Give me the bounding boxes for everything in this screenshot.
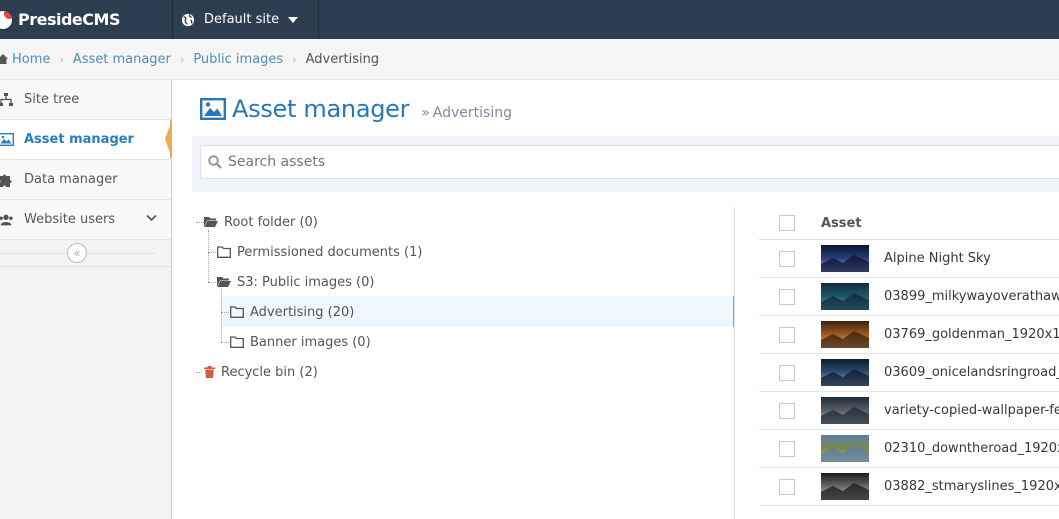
site-switcher[interactable]: Default site [172,0,319,39]
tree-node-s3-public-images[interactable]: S3: Public images (0) [217,267,374,297]
chevron-down-icon [146,214,157,222]
folder-icon [230,306,244,318]
site-switcher-label: Default site [204,12,280,27]
asset-name[interactable]: 03769_goldenman_1920x1080 [884,327,1059,342]
tree-node-permissioned-documents[interactable]: Permissioned documents (1) [217,237,422,267]
tree-node-label: S3: Public images (0) [237,274,375,290]
breadcrumb-home[interactable]: Home [12,52,50,67]
breadcrumb-asset-manager[interactable]: Asset manager [73,52,171,67]
row-checkbox[interactable] [779,402,795,419]
tree-node-label: Recycle bin (2) [221,364,318,380]
column-header-asset[interactable]: Asset [821,216,862,231]
page-header: Asset manager » Advertising [200,95,512,123]
asset-thumbnail[interactable] [821,245,869,272]
globe-icon [181,13,195,26]
table-row[interactable]: 03769_goldenman_1920x1080 [759,316,1059,354]
breadcrumb-public-images[interactable]: Public images [193,52,283,67]
puzzle-icon [0,172,14,188]
chevron-right-icon: › [59,52,64,66]
breadcrumb-current: Advertising [305,51,380,67]
table-row[interactable]: Alpine Night Sky [759,240,1059,278]
picture-icon [0,132,14,148]
tree-node-root-folder[interactable]: Root folder (0) [204,207,318,237]
tree-node-label: Permissioned documents (1) [237,244,423,260]
row-checkbox[interactable] [779,478,795,495]
asset-name[interactable]: 02310_downtheroad_1920x10 [884,441,1059,456]
search-icon [208,155,222,169]
table-row[interactable]: variety-copied-wallpaper-fe33 [759,392,1059,430]
sitemap-icon [0,92,14,108]
chevron-right-icon: › [179,52,185,66]
row-checkbox[interactable] [779,288,795,305]
brand[interactable]: PresideCMS [0,0,172,39]
asset-thumbnail[interactable] [821,435,869,462]
search-input[interactable] [228,154,928,170]
tree-node-banner-images[interactable]: Banner images (0) [230,327,371,357]
row-checkbox[interactable] [779,326,795,343]
tree-node-label: Banner images (0) [250,334,371,350]
sidebar-item-label: Data manager [24,172,118,187]
tree-node-recycle-bin[interactable]: Recycle bin (2) [204,357,318,387]
folder-icon [217,246,231,258]
sidebar: Site tree Asset manager Data manager Web… [0,80,172,519]
users-icon [0,212,14,228]
folder-open-icon [204,217,218,227]
preside-logo-icon [0,10,12,29]
sidebar-collapse-row: « [0,240,171,267]
picture-icon [200,98,226,120]
sidebar-item-data-manager[interactable]: Data manager [0,160,171,200]
row-checkbox[interactable] [779,440,795,457]
double-chevron-right-icon: » [421,105,430,121]
asset-thumbnail[interactable] [821,283,869,310]
sidebar-item-site-tree[interactable]: Site tree [0,80,171,120]
table-row[interactable]: 03882_stmaryslines_1920x108 [759,468,1059,506]
asset-name[interactable]: Alpine Night Sky [884,251,991,266]
sidebar-item-website-users[interactable]: Website users [0,200,171,240]
row-checkbox[interactable] [779,364,795,381]
asset-name[interactable]: 03609_onicelandsringroad_19 [884,365,1059,380]
asset-thumbnail[interactable] [821,473,869,500]
sidebar-item-label: Asset manager [24,132,134,147]
page-title: Asset manager [232,95,410,123]
page-subtitle-text: Advertising [432,105,512,121]
folder-open-icon [217,277,231,287]
table-row[interactable]: 03609_onicelandsringroad_19 [759,354,1059,392]
page-subtitle: » Advertising [421,105,512,121]
trash-icon [204,366,215,378]
top-navbar: PresideCMS Default site [0,0,1059,39]
tree-node-advertising[interactable]: Advertising (20) [230,297,354,327]
asset-thumbnail[interactable] [821,359,869,386]
table-row[interactable]: 03899_milkywayoverathawing [759,278,1059,316]
home-icon [0,54,8,64]
breadcrumb: Home › Asset manager › Public images › A… [0,39,1059,80]
asset-table-header: Asset [759,207,1059,240]
asset-name[interactable]: 03899_milkywayoverathawing [884,289,1059,304]
asset-table: Asset Alpine Night Sky 03899_milkywayover… [759,207,1059,519]
folder-icon [230,336,244,348]
select-all-checkbox[interactable] [779,215,795,231]
asset-thumbnail[interactable] [821,397,869,424]
asset-name[interactable]: 03882_stmaryslines_1920x108 [884,479,1059,494]
collapse-sidebar-button[interactable]: « [67,243,87,263]
caret-down-icon [288,16,299,23]
sidebar-item-label: Website users [24,212,116,227]
asset-name[interactable]: variety-copied-wallpaper-fe33 [884,403,1059,418]
row-checkbox[interactable] [779,250,795,267]
asset-rows: Alpine Night Sky 03899_milkywayoverathawi… [759,240,1059,506]
tree-node-label: Root folder (0) [224,214,318,230]
table-row[interactable]: 02310_downtheroad_1920x10 [759,430,1059,468]
folder-tree: Root folder (0) Permissioned documents (… [192,207,735,519]
asset-thumbnail[interactable] [821,321,869,348]
sidebar-item-label: Site tree [24,92,80,107]
tree-node-label: Advertising (20) [250,304,355,320]
sidebar-item-asset-manager[interactable]: Asset manager [0,120,172,160]
search-box [200,145,1059,179]
chevron-right-icon: › [292,52,297,66]
brand-name: PresideCMS [18,10,120,29]
